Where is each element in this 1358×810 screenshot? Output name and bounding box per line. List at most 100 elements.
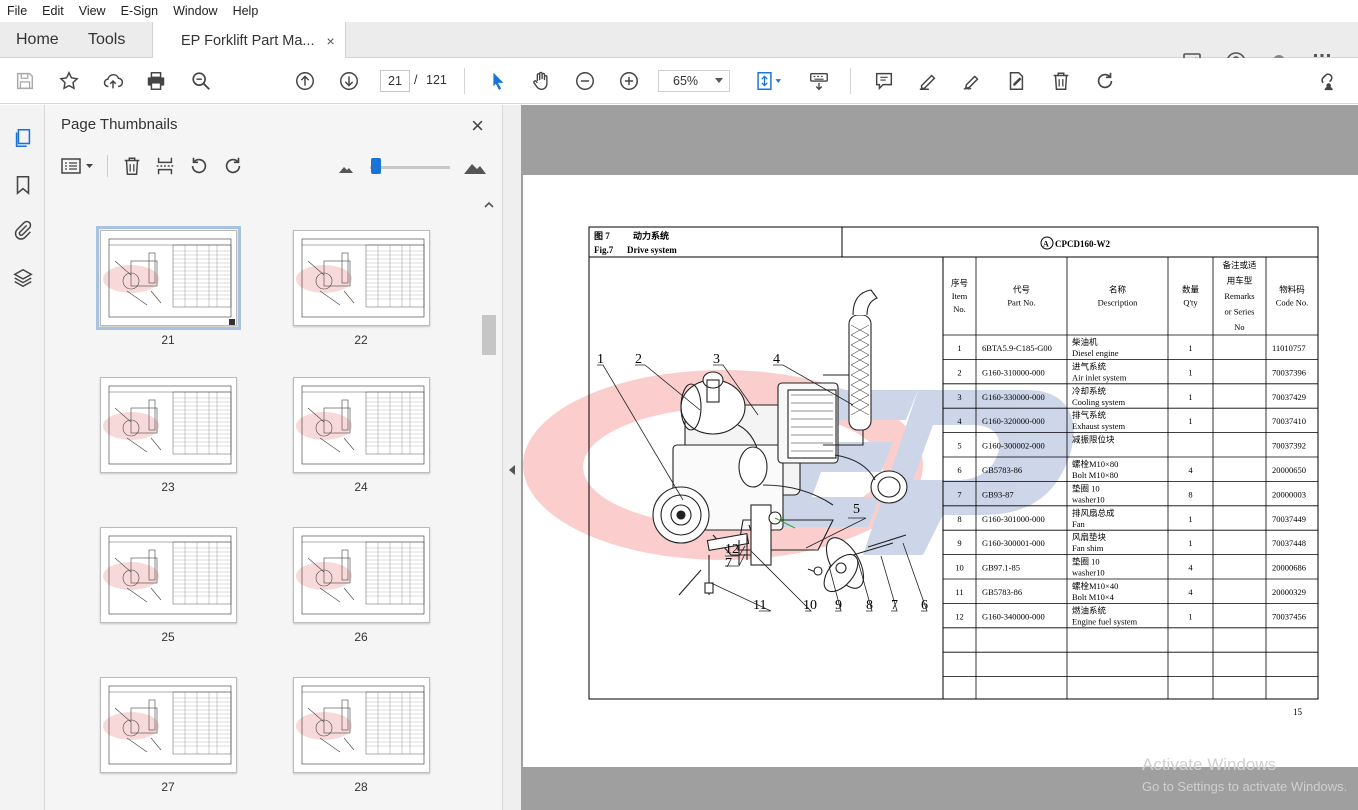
- extract-pages-button[interactable]: [152, 153, 178, 179]
- delete-button[interactable]: [1048, 68, 1074, 94]
- previous-page-button[interactable]: [292, 68, 318, 94]
- thumbnail-page-number: 22: [354, 333, 368, 347]
- bookmarks-toggle[interactable]: [10, 172, 36, 198]
- upload-cloud-button[interactable]: [100, 68, 126, 94]
- bookmark-icon: [16, 175, 30, 195]
- next-page-button[interactable]: [336, 68, 362, 94]
- thumbnail-preview: [103, 238, 235, 325]
- page-fit-button[interactable]: [752, 68, 788, 94]
- cloud-upload-icon: [103, 73, 124, 89]
- pdf-page: 图 7 动力系统 Fig.7 Drive system A CPCD160-W2: [523, 175, 1358, 767]
- thumbnail-size-slider[interactable]: [370, 166, 450, 169]
- zoom-in-button[interactable]: [616, 68, 642, 94]
- page-thumbnail[interactable]: [293, 230, 430, 326]
- table-cell-text: Fan: [1072, 519, 1086, 529]
- table-cell-text: 备注或适: [1222, 260, 1257, 270]
- table-cell-text: Exhaust system: [1072, 421, 1126, 431]
- table-cell-text: 70037456: [1272, 611, 1306, 621]
- table-cell-text: 11010757: [1272, 343, 1306, 353]
- table-cell-text: GB5783-86: [982, 587, 1022, 597]
- menu-window[interactable]: Window: [166, 4, 225, 18]
- thumbnail-options-button[interactable]: [59, 153, 97, 179]
- hand-tool-button[interactable]: [528, 68, 554, 94]
- bookmark-star-button[interactable]: [56, 68, 82, 94]
- keyboard-scroll-icon: [810, 72, 828, 91]
- page-thumbnail[interactable]: [293, 377, 430, 473]
- sign-document-icon: [1009, 72, 1024, 90]
- rotate-button[interactable]: [1092, 68, 1118, 94]
- find-zoom-button[interactable]: [188, 68, 214, 94]
- menu-edit[interactable]: Edit: [35, 4, 72, 18]
- share-link-button[interactable]: [1312, 68, 1338, 94]
- menu-file[interactable]: File: [0, 4, 35, 18]
- hand-icon: [533, 71, 548, 90]
- fill-sign-button[interactable]: [1003, 68, 1029, 94]
- tab-home[interactable]: Home: [16, 22, 59, 58]
- document-viewer[interactable]: 图 7 动力系统 Fig.7 Drive system A CPCD160-W2: [521, 105, 1358, 810]
- table-cell-text: Bolt M10×80: [1072, 470, 1118, 480]
- rotate-counterclockwise-button[interactable]: [186, 153, 212, 179]
- page-thumbnail[interactable]: [293, 527, 430, 623]
- menu-view[interactable]: View: [72, 4, 114, 18]
- table-cell-text: G160-310000-000: [982, 367, 1045, 377]
- list-options-icon: [61, 158, 93, 174]
- zoom-select[interactable]: 65%: [658, 70, 730, 92]
- table-cell-text: 物料码: [1279, 285, 1305, 295]
- arrow-down-circle-icon: [340, 72, 358, 90]
- page-thumbnails-toggle[interactable]: [10, 125, 36, 151]
- table-cell-text: 70037448: [1272, 538, 1306, 548]
- table-cell-text: 用车型: [1227, 276, 1253, 286]
- save-button[interactable]: [12, 68, 38, 94]
- tab-tools[interactable]: Tools: [88, 22, 125, 58]
- model-number: CPCD160-W2: [1055, 239, 1110, 249]
- table-cell-text: GB5783-86: [982, 465, 1022, 475]
- menu-bar: File Edit View E-Sign Window Help: [0, 0, 1358, 22]
- print-button[interactable]: [143, 68, 169, 94]
- delete-pages-button[interactable]: [119, 153, 145, 179]
- page-thumbnail[interactable]: [293, 677, 430, 773]
- layers-toggle[interactable]: [10, 265, 36, 291]
- scroll-mode-button[interactable]: [806, 68, 832, 94]
- panel-close-icon[interactable]: ×: [471, 113, 484, 139]
- svg-text:A: A: [1043, 240, 1049, 249]
- page-thumbnail[interactable]: [100, 377, 237, 473]
- thumbnail-preview: [103, 685, 232, 765]
- table-cell-text: G160-300002-000: [982, 441, 1045, 451]
- table-cell-text: 数量: [1182, 285, 1200, 295]
- attachments-toggle[interactable]: [10, 217, 36, 243]
- page-thumbnail[interactable]: [100, 527, 237, 623]
- menu-help[interactable]: Help: [226, 4, 267, 18]
- scrollbar-thumb[interactable]: [482, 315, 496, 355]
- table-cell-text: 2: [957, 367, 961, 377]
- zoom-out-button[interactable]: [572, 68, 598, 94]
- tab-close-icon[interactable]: ×: [327, 33, 335, 49]
- rotate-clockwise-pages-button[interactable]: [220, 153, 246, 179]
- select-tool-button[interactable]: [485, 68, 511, 94]
- arrow-up-circle-icon: [296, 72, 314, 90]
- page-number: 15: [1293, 707, 1303, 717]
- highlight-button[interactable]: [915, 68, 941, 94]
- slider-handle[interactable]: [371, 158, 381, 174]
- page-thumbnail[interactable]: [100, 677, 237, 773]
- tab-document-label: EP Forklift Part Ma...: [181, 32, 315, 49]
- draw-button[interactable]: [959, 68, 985, 94]
- table-cell-text: 风扇垫块: [1072, 532, 1107, 542]
- activate-windows-title: Activate Windows: [1142, 755, 1277, 774]
- page-thumbnail[interactable]: [96, 226, 241, 330]
- thumbnail-preview: [296, 685, 425, 765]
- table-cell-text: washer10: [1072, 568, 1105, 578]
- tab-document[interactable]: EP Forklift Part Ma... ×: [152, 22, 346, 59]
- current-page-input[interactable]: 21: [380, 70, 410, 92]
- thumbnails-scrollbar[interactable]: [481, 195, 497, 810]
- callout-number: 12: [725, 542, 739, 557]
- table-cell-text: 垫圈 10: [1072, 557, 1100, 567]
- table-cell-text: 1: [1188, 514, 1192, 524]
- table-cell-text: 20000650: [1272, 465, 1306, 475]
- scroll-up-icon[interactable]: [484, 201, 494, 208]
- collapse-panel-icon[interactable]: [509, 465, 515, 475]
- zoom-value: 65%: [673, 74, 699, 88]
- menu-esign[interactable]: E-Sign: [114, 4, 167, 18]
- comment-button[interactable]: [871, 68, 897, 94]
- table-cell-text: 3: [957, 392, 961, 402]
- panel-splitter[interactable]: [503, 105, 521, 810]
